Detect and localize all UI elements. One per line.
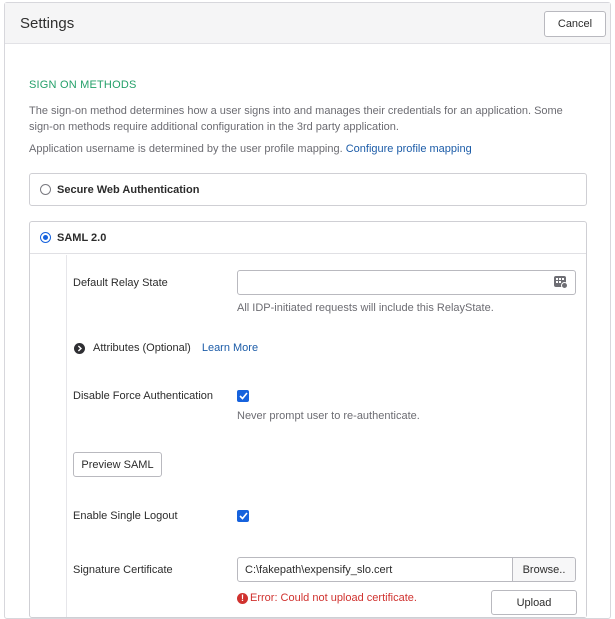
- disable-force-auth-label: Disable Force Authentication: [73, 390, 214, 402]
- cancel-button[interactable]: Cancel: [544, 11, 606, 37]
- relay-state-hint: All IDP-initiated requests will include …: [237, 302, 494, 314]
- disable-force-auth-checkbox[interactable]: [237, 390, 249, 402]
- upload-button[interactable]: Upload: [491, 590, 577, 615]
- attributes-label: Attributes (Optional): [93, 342, 191, 354]
- signature-certificate-label: Signature Certificate: [73, 564, 173, 576]
- error-icon: !: [237, 592, 248, 604]
- checkmark-icon: [238, 512, 248, 520]
- username-text: Application username is determined by th…: [29, 143, 343, 155]
- username-description: Application username is determined by th…: [29, 143, 472, 155]
- section-description: The sign-on method determines how a user…: [29, 105, 563, 133]
- upload-error-text: Error: Could not upload certificate.: [250, 592, 417, 604]
- saml-radio[interactable]: [40, 232, 51, 243]
- secure-web-auth-radio[interactable]: [40, 184, 51, 195]
- relay-state-label: Default Relay State: [73, 277, 168, 289]
- option-secure-web-auth[interactable]: Secure Web Authentication: [29, 173, 587, 206]
- saml-settings: Default Relay State All IDP-initiated re…: [66, 255, 586, 617]
- option-saml: SAML 2.0 Default Relay State All IDP-ini…: [29, 221, 587, 618]
- saml-label: SAML 2.0: [57, 232, 107, 244]
- learn-more-link[interactable]: Learn More: [202, 342, 258, 354]
- attributes-toggle[interactable]: Attributes (Optional) Learn More: [74, 342, 258, 354]
- single-logout-label: Enable Single Logout: [73, 510, 178, 522]
- chevron-right-circle-icon: [74, 342, 85, 354]
- page-title: Settings: [20, 15, 75, 32]
- checkmark-icon: [238, 392, 248, 400]
- section-title: SIGN ON METHODS: [29, 79, 137, 91]
- settings-header: Settings Cancel: [5, 3, 610, 44]
- relay-state-input[interactable]: [237, 270, 576, 295]
- upload-error: ! Error: Could not upload certificate.: [237, 592, 417, 604]
- signature-certificate-field: C:\fakepath\expensify_slo.cert Browse..: [237, 557, 576, 582]
- secure-web-auth-label: Secure Web Authentication: [57, 184, 200, 196]
- saml-option-header[interactable]: SAML 2.0: [30, 222, 586, 254]
- keypad-icon: [554, 276, 568, 289]
- disable-force-auth-hint: Never prompt user to re-authenticate.: [237, 410, 420, 422]
- signature-certificate-value: C:\fakepath\expensify_slo.cert: [245, 563, 393, 576]
- configure-profile-mapping-link[interactable]: Configure profile mapping: [346, 143, 472, 155]
- preview-saml-button[interactable]: Preview SAML: [73, 452, 162, 477]
- settings-panel: Settings Cancel SIGN ON METHODS The sign…: [4, 2, 611, 619]
- browse-button[interactable]: Browse..: [512, 558, 575, 581]
- single-logout-checkbox[interactable]: [237, 510, 249, 522]
